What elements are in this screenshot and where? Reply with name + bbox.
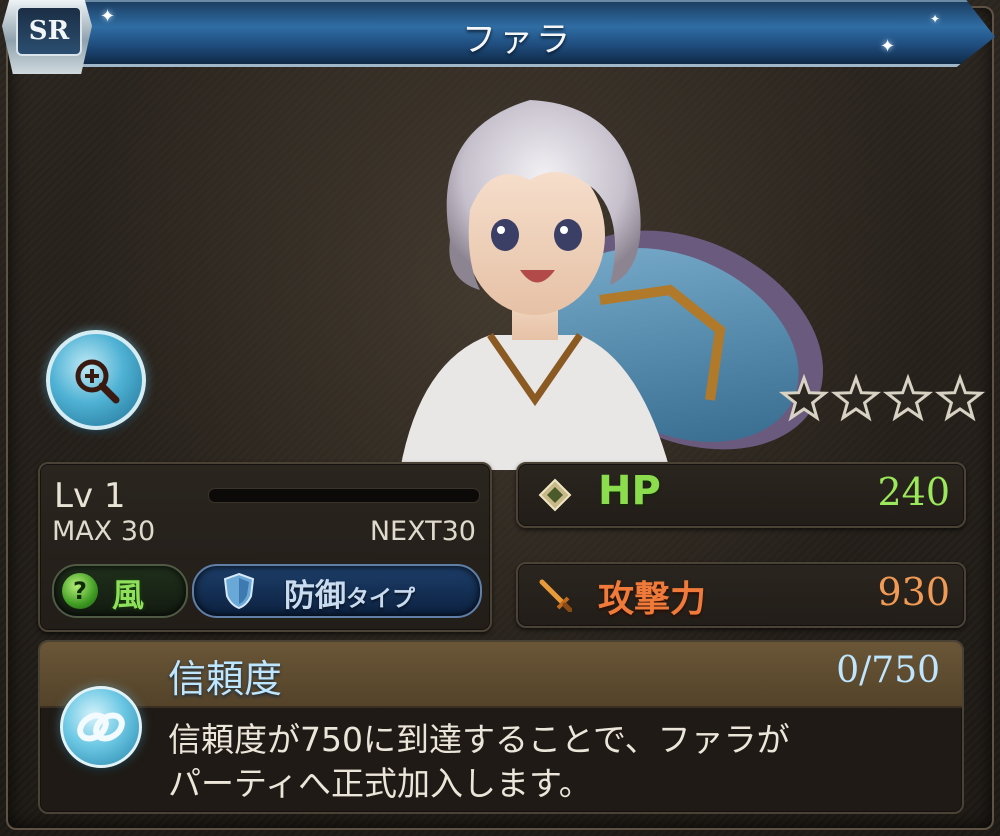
trust-value: 0/750 — [836, 650, 940, 691]
title-bar: ファラ ✦ ✦ ✦ — [40, 0, 995, 67]
diamond-icon — [538, 478, 572, 512]
max-level-label: MAX 30 — [52, 516, 156, 547]
trust-title: 信頼度 — [168, 657, 283, 701]
star-icon — [830, 373, 882, 422]
character-name: ファラ — [462, 20, 573, 60]
rarity-label: SR — [28, 16, 70, 46]
trust-panel: 信頼度 0/750 信頼度が750に到達することで、ファラが パーティへ正式加入… — [38, 640, 964, 814]
star-icon — [934, 373, 986, 422]
zoom-button[interactable] — [46, 330, 146, 430]
sparkle-icon: ✦ — [880, 36, 896, 57]
shield-icon — [223, 572, 255, 610]
trust-description-line: パーティへ正式加入します。 — [168, 764, 592, 803]
hp-value: 240 — [877, 470, 950, 514]
exp-progress-bar — [208, 488, 480, 503]
sparkle-icon: ✦ — [100, 6, 116, 27]
next-exp-label: NEXT30 — [369, 516, 476, 547]
link-icon — [77, 712, 125, 742]
star-icon — [778, 373, 830, 422]
character-detail-screen: ファラ ✦ ✦ ✦ SR Lv 1 MAX 30 NEXT30 ? 風 防御タイ… — [0, 0, 1000, 836]
element-label: 風 — [112, 576, 145, 614]
type-badge: 防御タイプ — [192, 564, 482, 618]
trust-description: 信頼度が750に到達することで、ファラが パーティへ正式加入します。 — [168, 718, 948, 806]
level-panel: Lv 1 MAX 30 NEXT30 ? 風 防御タイプ — [38, 462, 492, 632]
star-icon — [882, 373, 934, 422]
magnifier-plus-icon — [75, 359, 120, 404]
hp-panel: HP 240 — [516, 462, 966, 528]
uncap-stars — [778, 373, 986, 422]
type-label: 防御タイプ — [284, 578, 415, 614]
rarity-emblem: SR — [2, 0, 92, 74]
trust-description-line: 信頼度が750に到達することで、ファラが — [168, 720, 790, 759]
trust-header: 信頼度 0/750 — [40, 642, 962, 708]
level-label: Lv 1 — [54, 476, 126, 516]
attack-label: 攻撃力 — [598, 579, 707, 620]
element-badge: ? 風 — [52, 564, 188, 618]
attack-panel: 攻撃力 930 — [516, 562, 966, 628]
sparkle-icon: ✦ — [930, 12, 941, 26]
wind-element-icon: ? — [62, 573, 98, 609]
sword-icon — [539, 579, 572, 612]
trust-icon-wrapper — [60, 686, 142, 768]
attack-value: 930 — [877, 570, 950, 614]
hp-label: HP — [598, 468, 661, 514]
